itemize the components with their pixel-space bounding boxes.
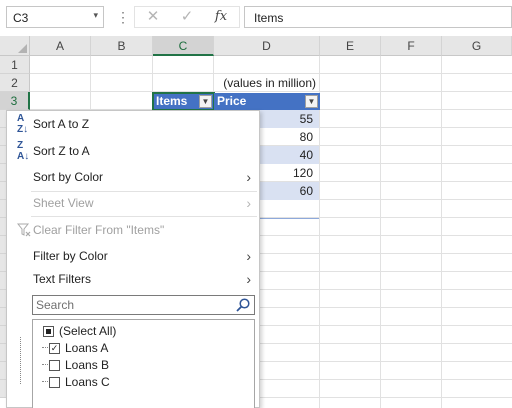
formula-input-value: Items (254, 11, 284, 25)
list-item-label: Loans C (65, 375, 110, 389)
chevron-right-icon: › (246, 195, 251, 211)
column-header-a[interactable]: A (30, 36, 91, 56)
row-header-3[interactable]: 3 (0, 92, 30, 110)
cell-d8[interactable]: 60 (260, 182, 319, 200)
loans-a-checkbox[interactable]: ✓ (49, 343, 60, 354)
sort-by-color-item[interactable]: Sort by Color › (7, 165, 259, 189)
sheet-view-item[interactable]: Sheet View › (7, 191, 259, 215)
chevron-right-icon: › (246, 271, 251, 287)
cell-d4[interactable]: 55 (260, 110, 319, 128)
list-item-label: Loans A (65, 341, 109, 355)
clear-filter-label: Clear Filter From "Items" (33, 223, 165, 237)
price-header-label: Price (217, 94, 247, 108)
filter-by-color-item[interactable]: Filter by Color › (7, 244, 259, 268)
cell-d7[interactable]: 120 (260, 164, 319, 182)
filter-by-color-label: Filter by Color (33, 249, 108, 263)
sort-z-to-a-item[interactable]: Z A↓ Sort Z to A (7, 139, 259, 163)
column-header-b[interactable]: B (91, 36, 153, 56)
sort-z-to-a-label: Sort Z to A (33, 144, 90, 158)
search-icon[interactable] (235, 297, 251, 313)
sheet-view-label: Sheet View (33, 196, 94, 210)
cell-d6[interactable]: 40 (260, 146, 319, 164)
clear-filter-icon (17, 223, 31, 237)
column-header-e[interactable]: E (320, 36, 381, 56)
filter-value-list: (Select All) ✓ Loans A Loans B Loans C (32, 319, 255, 408)
chevron-right-icon: › (246, 169, 251, 185)
cell-c3-header-items[interactable]: Items ▼ (152, 92, 215, 111)
tree-connector (42, 347, 48, 348)
row-header-1[interactable]: 1 (0, 56, 30, 74)
sort-by-color-label: Sort by Color (33, 170, 104, 184)
loans-c-checkbox[interactable] (49, 377, 60, 388)
filter-menu: A Z↓ Sort A to Z Z A↓ Sort Z to A Sort by … (6, 110, 260, 408)
select-all-corner[interactable] (0, 36, 30, 56)
chevron-down-icon[interactable]: ▾ (93, 10, 98, 21)
table-bottom-border (260, 218, 319, 219)
formula-buttons: ✕ ✓ fx (134, 6, 240, 28)
row-header-2[interactable]: 2 (0, 74, 30, 92)
column-header-g[interactable]: G (442, 36, 512, 56)
more-vertical-icon[interactable]: ⋮ (116, 6, 130, 28)
cell-d2[interactable]: (values in million) (214, 74, 320, 92)
name-box[interactable]: C3 ▾ (6, 6, 104, 28)
filter-search-box[interactable] (32, 295, 255, 315)
sort-a-to-z-label: Sort A to Z (33, 117, 90, 131)
list-item-label: Loans B (65, 358, 110, 372)
clear-filter-item[interactable]: Clear Filter From "Items" (7, 218, 259, 242)
text-filters-item[interactable]: Text Filters › (7, 267, 259, 291)
filter-search-input[interactable] (33, 296, 233, 314)
list-item-label: (Select All) (59, 324, 117, 338)
menu-separator (31, 216, 257, 217)
cell-d3-header-price[interactable]: Price ▼ (214, 93, 320, 110)
sort-a-to-z-item[interactable]: A Z↓ Sort A to Z (7, 112, 259, 136)
items-header-label: Items (156, 94, 188, 108)
filter-dropdown-button[interactable]: ▼ (305, 95, 318, 108)
column-header-f[interactable]: F (381, 36, 442, 56)
name-box-value: C3 (13, 11, 29, 25)
insert-function-icon[interactable]: fx (207, 7, 235, 27)
column-header-c[interactable]: C (153, 36, 214, 56)
filter-dropdown-button[interactable]: ▼ (199, 95, 212, 108)
enter-check-icon[interactable]: ✓ (173, 7, 201, 27)
tree-connector (42, 364, 48, 365)
tree-connector (20, 337, 21, 384)
formula-bar: C3 ▾ ⋮ ✕ ✓ fx Items (0, 0, 512, 34)
column-header-d[interactable]: D (214, 36, 320, 56)
chevron-right-icon: › (246, 248, 251, 264)
cell-d5[interactable]: 80 (260, 128, 319, 146)
text-filters-label: Text Filters (33, 272, 92, 286)
select-all-checkbox[interactable] (43, 326, 54, 337)
cancel-x-icon[interactable]: ✕ (139, 7, 167, 27)
tree-connector (42, 381, 48, 382)
loans-b-checkbox[interactable] (49, 360, 60, 371)
formula-input[interactable]: Items (244, 6, 512, 28)
